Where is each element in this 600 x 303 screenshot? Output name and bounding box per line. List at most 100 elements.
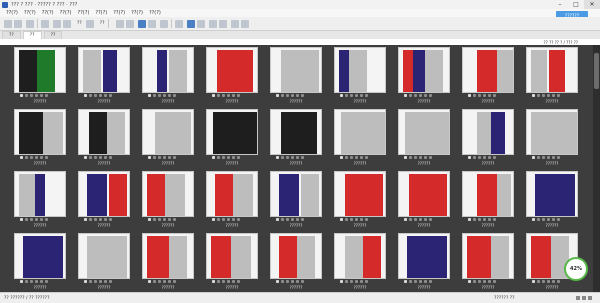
rating-stars[interactable] bbox=[148, 156, 176, 160]
grid-icon[interactable] bbox=[41, 19, 49, 28]
thumbnail-item[interactable]: ?????? bbox=[200, 233, 264, 292]
thumbnail-image[interactable] bbox=[398, 171, 450, 217]
thumbnail-image[interactable] bbox=[526, 109, 578, 155]
sort-icon[interactable] bbox=[174, 19, 183, 28]
rating-stars[interactable] bbox=[148, 280, 176, 284]
menu-tools[interactable]: ??(?) bbox=[113, 10, 125, 16]
email-icon[interactable] bbox=[240, 19, 249, 28]
thumbnail-image[interactable] bbox=[398, 109, 450, 155]
menu-file[interactable]: ??(?) bbox=[6, 10, 18, 16]
rating-stars[interactable] bbox=[276, 218, 304, 222]
thumbnail-item[interactable]: ?????? bbox=[8, 109, 72, 171]
thumbnail-item[interactable]: ?????? bbox=[200, 47, 264, 109]
thumbnail-item[interactable]: ?????? bbox=[328, 109, 392, 171]
thumbnail-item[interactable]: ?????? bbox=[520, 47, 584, 109]
minimize-button[interactable]: – bbox=[552, 0, 568, 9]
thumbnail-image[interactable] bbox=[206, 171, 258, 217]
thumbnail-item[interactable]: ?????? bbox=[520, 109, 584, 171]
rating-stars[interactable] bbox=[340, 94, 368, 98]
rating-stars[interactable] bbox=[276, 156, 304, 160]
thumbnail-image[interactable] bbox=[462, 47, 514, 93]
thumbnail-item[interactable]: ?????? bbox=[136, 171, 200, 233]
thumbnail-image[interactable] bbox=[398, 47, 450, 93]
thumbnail-image[interactable] bbox=[142, 233, 194, 279]
vertical-scrollbar[interactable] bbox=[593, 45, 600, 292]
thumbnail-item[interactable]: ?????? bbox=[136, 233, 200, 292]
thumbnail-image[interactable] bbox=[526, 47, 578, 93]
menu-edit[interactable]: ??(?) bbox=[24, 10, 36, 16]
thumbnail-image[interactable] bbox=[14, 47, 66, 93]
rating-stars[interactable] bbox=[20, 156, 48, 160]
crop-icon[interactable] bbox=[230, 19, 239, 28]
thumbnail-image[interactable] bbox=[206, 109, 258, 155]
rating-stars[interactable] bbox=[212, 280, 240, 284]
zoom-icon[interactable] bbox=[125, 19, 134, 28]
tag-icon[interactable] bbox=[147, 19, 156, 28]
thumbnail-item[interactable]: ?????? bbox=[8, 171, 72, 233]
thumbnail-item[interactable]: ?????? bbox=[456, 233, 520, 292]
scrollbar-thumb[interactable] bbox=[594, 53, 599, 89]
thumbnail-item[interactable]: ?????? bbox=[392, 171, 456, 233]
thumbnail-item[interactable]: ?????? bbox=[136, 47, 200, 109]
menu-image[interactable]: ??(?) bbox=[95, 10, 107, 16]
thumbnail-item[interactable]: ?????? bbox=[456, 171, 520, 233]
thumbnail-image[interactable] bbox=[14, 233, 66, 279]
thumbnail-image[interactable] bbox=[14, 171, 66, 217]
rating-stars[interactable] bbox=[20, 94, 48, 98]
thumbnail-image[interactable] bbox=[14, 109, 66, 155]
rating-stars[interactable] bbox=[148, 94, 176, 98]
rating-stars[interactable] bbox=[532, 280, 560, 284]
rating-stars[interactable] bbox=[468, 218, 496, 222]
thumbnail-image[interactable] bbox=[270, 109, 322, 155]
rating-stars[interactable] bbox=[340, 218, 368, 222]
rating-stars[interactable] bbox=[276, 94, 304, 98]
rating-stars[interactable] bbox=[20, 280, 48, 284]
thumbnail-image[interactable] bbox=[270, 47, 322, 93]
rating-stars[interactable] bbox=[84, 218, 112, 222]
thumbnail-image[interactable] bbox=[462, 171, 514, 217]
rating-stars[interactable] bbox=[404, 280, 432, 284]
thumbnail-item[interactable]: ?????? bbox=[72, 47, 136, 109]
thumbnail-image[interactable] bbox=[334, 109, 386, 155]
thumbnail-image[interactable] bbox=[142, 47, 194, 93]
select-icon[interactable] bbox=[115, 19, 124, 28]
rating-stars[interactable] bbox=[84, 280, 112, 284]
brush-icon[interactable] bbox=[218, 19, 227, 28]
thumbnail-image[interactable] bbox=[334, 171, 386, 217]
maximize-button[interactable]: □ bbox=[568, 0, 584, 9]
thumbnail-image[interactable] bbox=[526, 171, 578, 217]
thumbnail-image[interactable] bbox=[334, 233, 386, 279]
thumbnail-item[interactable]: ?????? bbox=[456, 109, 520, 171]
thumbnail-item[interactable]: ?????? bbox=[456, 47, 520, 109]
menu-action[interactable]: ??(?) bbox=[78, 10, 90, 16]
slideshow-icon[interactable] bbox=[186, 19, 195, 28]
thumbnail-image[interactable] bbox=[462, 233, 514, 279]
thumbnail-item[interactable]: ?????? bbox=[200, 171, 264, 233]
rating-stars[interactable] bbox=[148, 218, 176, 222]
rating-stars[interactable] bbox=[84, 156, 112, 160]
rating-stars[interactable] bbox=[532, 156, 560, 160]
rating-stars[interactable] bbox=[468, 156, 496, 160]
thumbnail-item[interactable]: ?????? bbox=[264, 109, 328, 171]
thumbnail-image[interactable] bbox=[462, 109, 514, 155]
settings-icon[interactable] bbox=[208, 19, 217, 28]
tab-2[interactable]: ?? bbox=[22, 31, 42, 39]
redo-icon[interactable] bbox=[63, 19, 71, 28]
rating-stars[interactable] bbox=[20, 218, 48, 222]
zoom-badge[interactable]: 42% bbox=[564, 257, 588, 281]
rating-stars[interactable] bbox=[404, 218, 432, 222]
thumbnail-item[interactable]: ?????? bbox=[520, 171, 584, 233]
thumbnail-item[interactable]: ?????? bbox=[264, 233, 328, 292]
thumbnail-item[interactable]: ?????? bbox=[264, 47, 328, 109]
menu-help[interactable]: ??(?) bbox=[149, 10, 161, 16]
import-icon[interactable] bbox=[4, 19, 12, 28]
menu-window[interactable]: ??(?) bbox=[131, 10, 143, 16]
rating-stars[interactable] bbox=[468, 94, 496, 98]
thumbnail-item[interactable]: ?????? bbox=[8, 233, 72, 292]
thumbnail-item[interactable]: ?????? bbox=[328, 47, 392, 109]
thumbnail-image[interactable] bbox=[398, 233, 450, 279]
thumbnail-image[interactable] bbox=[270, 171, 322, 217]
rating-stars[interactable] bbox=[212, 94, 240, 98]
close-button[interactable]: ✕ bbox=[584, 0, 600, 9]
thumbnail-image[interactable] bbox=[206, 47, 258, 93]
